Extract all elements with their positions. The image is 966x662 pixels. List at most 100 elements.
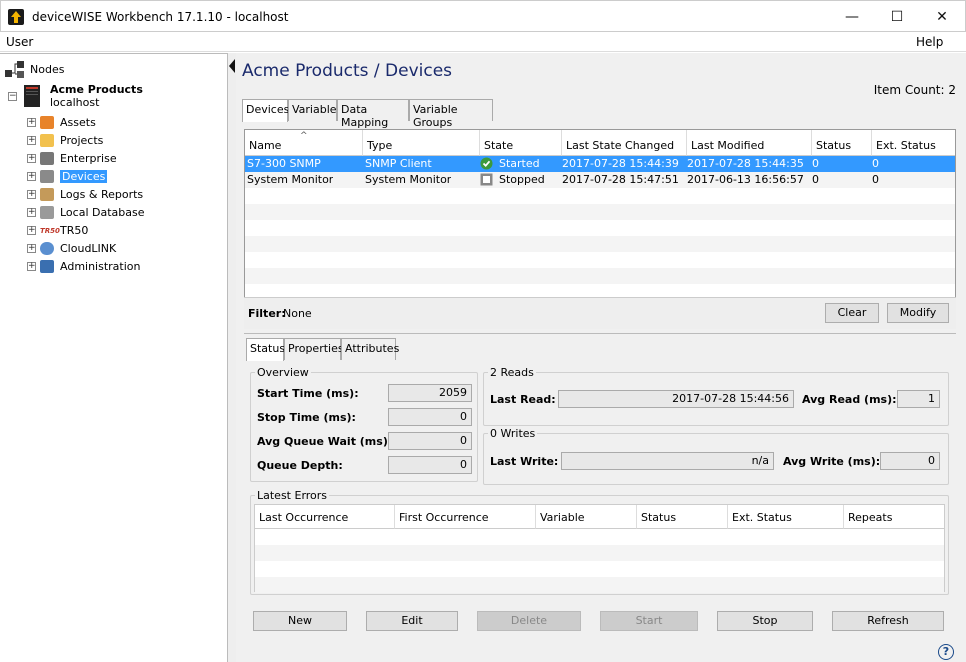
delete-button[interactable]: Delete: [477, 611, 581, 631]
writes-legend: 0 Writes: [488, 427, 538, 440]
tab-variable-groups[interactable]: Variable Groups: [409, 99, 493, 129]
main-tabs: Devices Variables Data Mapping Variable …: [242, 99, 962, 129]
sidebar-item-enterprise[interactable]: Enterprise: [60, 152, 117, 168]
sidebar-item-cloudlink[interactable]: CloudLINK: [60, 242, 116, 258]
latest-errors-group: Latest Errors Last Occurrence First Occu…: [250, 489, 949, 595]
sidebar-item-devices[interactable]: Devices: [60, 170, 108, 186]
server-icon: [24, 85, 40, 107]
tree-expander-projects[interactable]: +: [27, 136, 36, 145]
sidebar-item-label: TR50: [60, 224, 89, 237]
tree-expander-administration[interactable]: +: [27, 262, 36, 271]
table-row[interactable]: System Monitor System Monitor Stopped 20…: [245, 172, 955, 188]
started-check-icon: [480, 157, 494, 171]
tree-expander-local-database[interactable]: +: [27, 208, 36, 217]
stop-button[interactable]: Stop: [717, 611, 813, 631]
col-header-error-status[interactable]: Status: [637, 505, 728, 529]
tab-status[interactable]: Status: [246, 338, 285, 361]
tab-properties[interactable]: Properties: [284, 338, 344, 360]
close-button[interactable]: ✕: [919, 3, 965, 31]
tree-expander-enterprise[interactable]: +: [27, 154, 36, 163]
sidebar-item-label: CloudLINK: [60, 242, 117, 255]
refresh-button[interactable]: Refresh: [832, 611, 944, 631]
database-icon: [40, 206, 54, 219]
tab-devices[interactable]: Devices: [242, 99, 289, 122]
col-header-last-modified[interactable]: Last Modified: [687, 130, 812, 156]
col-header-ext-status[interactable]: Ext. Status: [872, 130, 955, 156]
pane-splitter[interactable]: [228, 53, 236, 662]
tree-expander-cloudlink[interactable]: +: [27, 244, 36, 253]
avg-write-label: Avg Write (ms):: [783, 455, 881, 468]
col-header-variable[interactable]: Variable: [536, 505, 637, 529]
tree-expander-logs-reports[interactable]: +: [27, 190, 36, 199]
col-header-last-state-changed[interactable]: Last State Changed: [562, 130, 687, 156]
sidebar-item-local-database[interactable]: Local Database: [60, 206, 145, 222]
tree-expander-devices[interactable]: +: [27, 172, 36, 181]
tab-data-mapping[interactable]: Data Mapping: [337, 99, 409, 129]
folder-icon: [40, 134, 54, 147]
sidebar-item-administration[interactable]: Administration: [60, 260, 141, 276]
sidebar-item-logs-reports[interactable]: Logs & Reports: [60, 188, 143, 204]
main-panel: Acme Products / Devices Item Count: 2 De…: [236, 53, 966, 662]
sidebar-item-label: Projects: [60, 134, 104, 147]
sort-ascending-icon: ^: [300, 131, 308, 141]
col-header-status[interactable]: Status: [812, 130, 872, 156]
last-write-label: Last Write:: [490, 455, 559, 468]
tree-expander-assets[interactable]: +: [27, 118, 36, 127]
empty-row: [255, 577, 944, 593]
stopped-square-icon: [480, 173, 494, 187]
sidebar-item-assets[interactable]: Assets: [60, 116, 96, 132]
minimize-button[interactable]: —: [829, 3, 875, 31]
table-row[interactable]: S7-300 SNMP SNMP Client Started 2017-07-…: [245, 156, 955, 172]
col-header-error-ext-status[interactable]: Ext. Status: [728, 505, 844, 529]
nodes-icon: [5, 61, 24, 78]
stop-time-field: 0: [388, 408, 472, 426]
cloud-icon: [40, 242, 54, 255]
help-icon[interactable]: ?: [938, 644, 954, 660]
edit-button[interactable]: Edit: [366, 611, 458, 631]
collapse-arrow-icon[interactable]: [229, 59, 235, 73]
menu-user[interactable]: User: [6, 35, 33, 49]
admin-icon: [40, 260, 54, 273]
menu-help[interactable]: Help: [916, 35, 943, 49]
avg-queue-wait-label: Avg Queue Wait (ms):: [257, 435, 393, 448]
overview-legend: Overview: [255, 366, 311, 379]
last-read-field: 2017-07-28 15:44:56: [558, 390, 794, 408]
col-header-repeats[interactable]: Repeats: [844, 505, 944, 529]
clear-filter-button[interactable]: Clear: [825, 303, 879, 323]
tab-attributes[interactable]: Attributes: [341, 338, 399, 360]
navigation-tree: Nodes − Acme Products localhost + Assets +…: [0, 53, 228, 662]
queue-depth-field: 0: [388, 456, 472, 474]
new-button[interactable]: New: [253, 611, 347, 631]
tree-root-label: Nodes: [30, 63, 65, 76]
col-header-last-occurrence[interactable]: Last Occurrence: [255, 505, 395, 529]
col-header-type[interactable]: Type: [363, 130, 480, 156]
start-button[interactable]: Start: [600, 611, 698, 631]
empty-row: [245, 204, 955, 220]
cell-last-modified: 2017-07-28 15:44:35: [687, 157, 804, 170]
tree-server-host: localhost: [50, 96, 100, 109]
sidebar-item-projects[interactable]: Projects: [60, 134, 103, 150]
page-title: Acme Products / Devices: [242, 61, 453, 81]
sidebar-item-label: Logs & Reports: [60, 188, 144, 201]
details-panel: Status Properties Attributes Overview St…: [244, 333, 956, 631]
maximize-button[interactable]: ☐: [874, 3, 920, 31]
cell-ext-status: 0: [872, 157, 879, 170]
cell-last-state-changed: 2017-07-28 15:47:51: [562, 173, 679, 186]
cell-type: System Monitor: [365, 173, 452, 186]
detail-tabs: Status Properties Attributes: [246, 338, 946, 361]
tree-root-nodes[interactable]: Nodes: [4, 60, 204, 78]
avg-queue-wait-field: 0: [388, 432, 472, 450]
sidebar-item-label: Devices: [60, 170, 108, 183]
server-collapse-toggle[interactable]: −: [8, 92, 17, 101]
tree-expander-tr50[interactable]: +: [27, 226, 36, 235]
tab-variables[interactable]: Variables: [288, 99, 342, 121]
sidebar-item-label: Local Database: [60, 206, 145, 219]
sidebar-item-tr50[interactable]: TR50: [60, 224, 88, 240]
cell-last-modified: 2017-06-13 16:56:57: [687, 173, 804, 186]
cell-type: SNMP Client: [365, 157, 432, 170]
last-write-field: n/a: [561, 452, 774, 470]
cell-status: 0: [812, 157, 819, 170]
col-header-state[interactable]: State: [480, 130, 562, 156]
modify-filter-button[interactable]: Modify: [887, 303, 949, 323]
col-header-first-occurrence[interactable]: First Occurrence: [395, 505, 536, 529]
